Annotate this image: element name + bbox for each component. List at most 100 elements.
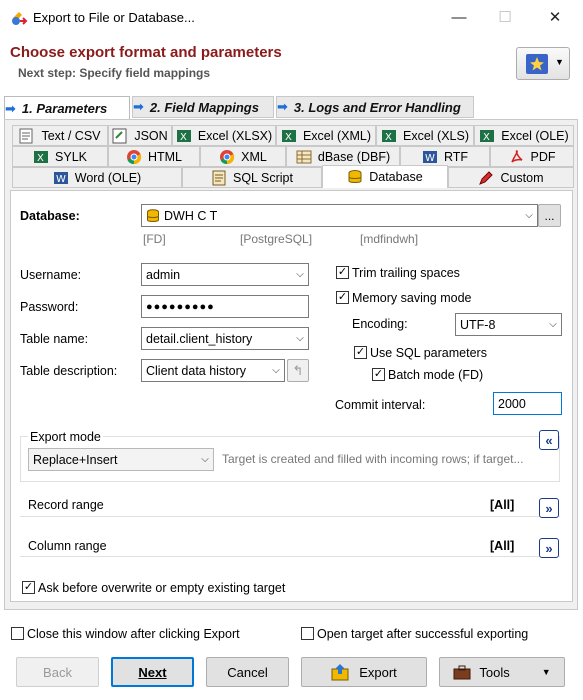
tab-label: PDF xyxy=(530,149,556,164)
username-field[interactable]: admin ⌵ xyxy=(141,263,309,286)
tab-step-parameters[interactable]: ➡ 1. Parameters xyxy=(4,96,130,120)
chevron-down-icon: ⌵ xyxy=(525,210,533,221)
expand-column-range-button[interactable]: » xyxy=(539,538,559,558)
commit-interval-value: 2000 xyxy=(498,396,526,411)
tab-step-logs[interactable]: ➡ 3. Logs and Error Handling xyxy=(276,96,474,118)
database-icon xyxy=(147,208,159,222)
step-label: 2. Field Mappings xyxy=(149,99,259,115)
database-select[interactable]: DWH C T ⌵ xyxy=(141,204,538,227)
tab-word-ole[interactable]: W Word (OLE) xyxy=(12,167,182,188)
collapse-export-mode-button[interactable]: « xyxy=(539,430,559,450)
tab-database[interactable]: Database xyxy=(322,165,448,188)
tab-sylk[interactable]: X SYLK xyxy=(12,146,108,167)
tab-step-field-mappings[interactable]: ➡ 2. Field Mappings xyxy=(132,96,274,118)
database-label: Database: xyxy=(20,209,80,223)
maximize-button[interactable]: ☐ xyxy=(482,0,528,34)
tab-label: SQL Script xyxy=(233,170,293,185)
tab-xml[interactable]: XML xyxy=(200,146,286,167)
commit-interval-field[interactable]: 2000 xyxy=(493,392,562,415)
window-title: Export to File or Database... xyxy=(33,10,195,25)
close-button[interactable]: ✕ xyxy=(532,0,578,34)
tab-dbase[interactable]: dBase (DBF) xyxy=(286,146,400,167)
expand-record-range-button[interactable]: » xyxy=(539,498,559,518)
export-mode-select[interactable]: Replace+Insert ⌵ xyxy=(28,448,214,471)
arrow-right-icon: ➡ xyxy=(133,99,144,114)
favorites-button[interactable]: ▼ xyxy=(516,47,570,80)
reset-description-button[interactable]: ↰ xyxy=(287,359,309,382)
sylk-icon: X xyxy=(33,149,49,165)
tab-label: dBase (DBF) xyxy=(317,149,391,164)
tab-excel-ole[interactable]: X Excel (OLE) xyxy=(474,125,574,146)
step-label: 3. Logs and Error Handling xyxy=(293,99,461,115)
chrome-icon xyxy=(219,149,235,165)
username-value: admin xyxy=(146,267,181,282)
tools-button[interactable]: Tools ▼ xyxy=(439,657,565,687)
tab-label: Database xyxy=(369,170,423,184)
table-name-label: Table name: xyxy=(20,332,89,346)
json-icon xyxy=(112,128,128,144)
check-icon: ✓ xyxy=(355,346,366,358)
tab-custom[interactable]: Custom xyxy=(448,167,574,188)
page-subtitle: Next step: Specify field mappings xyxy=(18,66,211,80)
database-browse-button[interactable]: ... xyxy=(538,204,561,227)
password-field[interactable]: ●●●●●●●●● xyxy=(141,295,309,318)
tab-label: JSON xyxy=(134,128,168,143)
svg-text:X: X xyxy=(483,132,490,143)
tab-excel-xls[interactable]: X Excel (XLS) xyxy=(376,125,474,146)
check-icon: ✓ xyxy=(373,368,384,380)
trim-trailing-spaces-checkbox[interactable]: ✓ xyxy=(336,266,349,279)
table-description-label: Table description: xyxy=(20,364,118,378)
check-icon: ✓ xyxy=(337,291,348,303)
batch-mode-checkbox[interactable]: ✓ xyxy=(372,368,385,381)
chevron-down-icon: ⌵ xyxy=(296,333,304,344)
minimize-button[interactable]: — xyxy=(436,0,482,34)
encoding-select[interactable]: UTF-8 ⌵ xyxy=(455,313,562,336)
tab-text-csv[interactable]: Text / CSV xyxy=(12,125,108,146)
table-name-value: detail.client_history xyxy=(146,331,253,346)
open-target-label: Open target after successful exporting xyxy=(317,627,529,641)
tab-json[interactable]: JSON xyxy=(108,125,172,146)
step-label: 1. Parameters xyxy=(21,101,108,116)
table-description-field[interactable]: Client data history ⌵ xyxy=(141,359,285,382)
table-icon xyxy=(296,149,312,165)
memory-saving-checkbox[interactable]: ✓ xyxy=(336,291,349,304)
table-name-field[interactable]: detail.client_history ⌵ xyxy=(141,327,309,350)
toolbox-icon xyxy=(453,665,471,680)
tab-label: Text / CSV xyxy=(41,128,101,143)
encoding-value: UTF-8 xyxy=(460,317,496,332)
open-target-checkbox[interactable] xyxy=(301,627,314,640)
maximize-icon: ☐ xyxy=(498,9,512,26)
tab-label: Excel (XLS) xyxy=(403,128,469,143)
chevron-down-icon: ⌵ xyxy=(272,365,280,376)
close-after-export-checkbox[interactable] xyxy=(11,627,24,640)
database-hint-type: [PostgreSQL] xyxy=(240,232,313,246)
record-range-value: [All] xyxy=(490,498,515,512)
tab-excel-xlsx[interactable]: X Excel (XLSX) xyxy=(172,125,276,146)
tab-excel-xml[interactable]: X Excel (XML) xyxy=(276,125,376,146)
tab-html[interactable]: HTML xyxy=(108,146,200,167)
tab-pdf[interactable]: PDF xyxy=(490,146,574,167)
username-label: Username: xyxy=(20,268,82,282)
tab-label: Custom xyxy=(500,170,544,185)
ask-before-overwrite-checkbox[interactable]: ✓ xyxy=(22,581,35,594)
table-description-value: Client data history xyxy=(146,363,247,378)
chevron-down-icon: ⌵ xyxy=(201,454,209,465)
database-hint-driver: [FD] xyxy=(143,232,166,246)
export-mode-label: Export mode xyxy=(28,430,103,444)
chevron-down-icon: ⌵ xyxy=(549,319,557,330)
tab-rtf[interactable]: W RTF xyxy=(400,146,490,167)
column-range-value: [All] xyxy=(490,539,515,553)
cancel-button[interactable]: Cancel xyxy=(206,657,289,687)
next-button[interactable]: Next xyxy=(111,657,194,687)
chevron-down-icon: ▼ xyxy=(541,667,551,677)
column-range-label: Column range xyxy=(28,539,107,553)
export-button[interactable]: Export xyxy=(301,657,427,687)
tab-label: Excel (OLE) xyxy=(501,128,569,143)
tab-sql-script[interactable]: SQL Script xyxy=(182,167,322,188)
minimize-icon: — xyxy=(451,8,467,26)
password-value: ●●●●●●●●● xyxy=(146,300,215,313)
chevron-down-icon: ▼ xyxy=(555,57,564,67)
use-sql-parameters-checkbox[interactable]: ✓ xyxy=(354,346,367,359)
back-button[interactable]: Back xyxy=(16,657,99,687)
svg-text:X: X xyxy=(37,153,44,164)
